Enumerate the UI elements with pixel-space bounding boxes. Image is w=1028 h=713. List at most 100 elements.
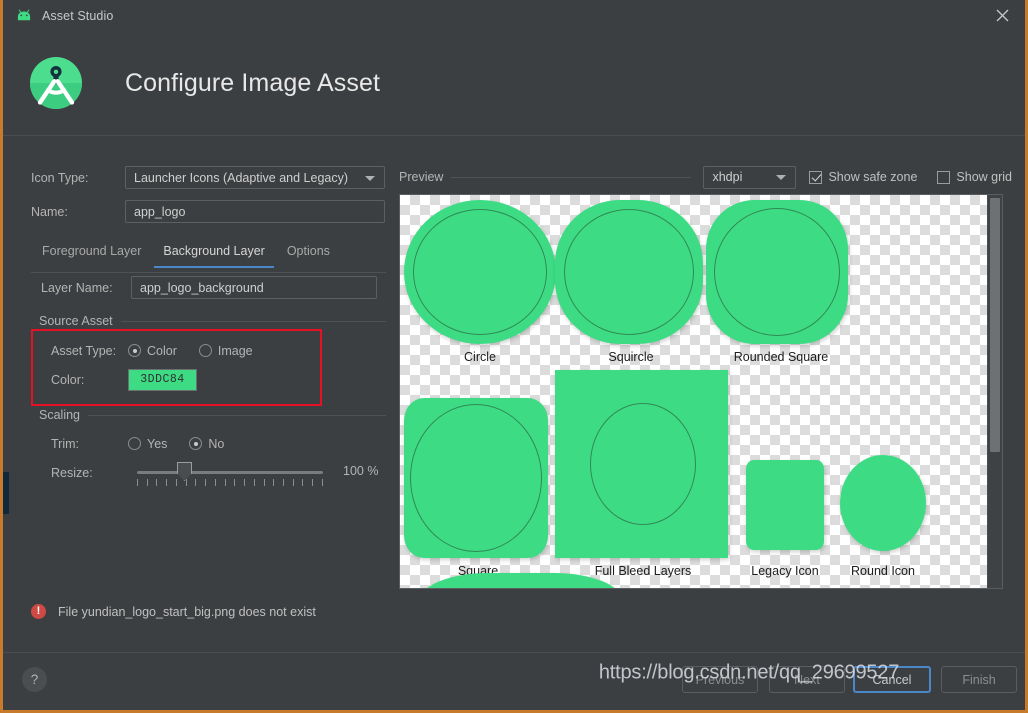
watermark-text: https://blog.csdn.net/qq_29699527 <box>598 661 900 684</box>
source-asset-label: Source Asset <box>39 314 113 328</box>
name-row: Name: app_logo <box>31 200 385 223</box>
shape-squircle <box>555 200 703 344</box>
resize-row: Resize: <box>51 461 128 484</box>
shape-circle <box>404 200 556 344</box>
shape-caption: Squircle <box>608 350 654 364</box>
trim-radio-yes[interactable]: Yes <box>128 437 167 451</box>
preview-item-full-bleed: Full Bleed Layers <box>555 370 731 578</box>
density-select[interactable]: xhdpi <box>703 165 797 189</box>
radio-dot-icon <box>128 344 141 357</box>
resize-slider-ticks <box>137 479 323 486</box>
color-swatch-button[interactable]: 3DDC84 <box>128 368 197 391</box>
safe-zone-outline <box>714 208 840 336</box>
trim-label: Trim: <box>51 436 79 451</box>
preview-item-squircle: Squircle <box>555 200 707 364</box>
name-label: Name: <box>31 204 68 219</box>
shape-caption: Legacy Icon <box>751 564 819 578</box>
icon-type-value: Launcher Icons (Adaptive and Legacy) <box>134 170 349 185</box>
preview-header: Preview xhdpi Show safe zone Show grid <box>399 165 1025 189</box>
preview-item-square: Square <box>404 398 552 578</box>
shape-round-icon <box>840 455 926 551</box>
resize-value: 100 % <box>343 464 379 478</box>
layer-name-value: app_logo_background <box>140 280 264 295</box>
group-divider <box>120 320 386 322</box>
scaling-group-header: Scaling <box>39 408 386 422</box>
shape-full-bleed <box>555 370 728 558</box>
finish-button[interactable]: Finish <box>941 666 1017 693</box>
shape-caption: Rounded Square <box>733 350 829 364</box>
preview-label: Preview <box>399 170 444 184</box>
icon-type-label: Icon Type: <box>31 170 89 185</box>
layer-tabs: Foreground Layer Background Layer Option… <box>31 240 386 273</box>
show-grid-checkbox[interactable]: Show grid <box>937 170 1012 184</box>
preview-divider <box>451 176 692 178</box>
color-hex-value: 3DDC84 <box>140 373 185 386</box>
preview-scrollbar-track[interactable] <box>987 195 1002 588</box>
header-banner: Configure Image Asset <box>3 31 1025 136</box>
error-message-text: File yundian_logo_start_big.png does not… <box>58 604 316 619</box>
safe-zone-outline <box>564 209 694 335</box>
density-value: xhdpi <box>712 170 743 184</box>
preview-canvas[interactable]: Circle Squircle Rounded Square Square Fu… <box>400 195 988 588</box>
preview-item-clipped <box>420 573 640 588</box>
preview-item-round-icon: Round Icon <box>835 455 931 578</box>
source-asset-group-header: Source Asset <box>39 314 386 328</box>
trim-no-label: No <box>208 436 225 451</box>
layer-name-label: Layer Name: <box>41 280 113 295</box>
preview-frame: Circle Squircle Rounded Square Square Fu… <box>399 194 1003 589</box>
layer-name-row: Layer Name: app_logo_background <box>41 276 377 299</box>
asset-type-label: Asset Type: <box>51 343 117 358</box>
layer-name-input[interactable]: app_logo_background <box>131 276 377 299</box>
safe-zone-outline <box>413 209 547 335</box>
preview-item-rounded-square: Rounded Square <box>706 200 856 364</box>
status-message: ! File yundian_logo_start_big.png does n… <box>31 604 316 619</box>
scaling-label: Scaling <box>39 408 80 422</box>
android-studio-icon <box>15 7 33 25</box>
shape-rounded-square <box>706 200 848 344</box>
checkbox-box-icon <box>937 170 951 184</box>
error-exclamation-icon: ! <box>31 604 46 619</box>
radio-dot-icon <box>128 437 141 450</box>
radio-dot-icon <box>198 344 212 357</box>
chevron-down-icon <box>776 175 787 180</box>
preview-item-legacy-icon: Legacy Icon <box>739 460 831 578</box>
name-value: app_logo <box>134 204 186 219</box>
trim-row: Trim: Yes No <box>51 432 224 455</box>
window-title: Asset Studio <box>42 8 114 23</box>
shape-caption: Round Icon <box>851 564 915 578</box>
shape-legacy-icon <box>746 460 824 550</box>
asset-type-color-label: Color <box>147 343 177 358</box>
resize-slider-track[interactable] <box>137 471 323 474</box>
asset-type-radio-image[interactable]: Image <box>198 343 253 358</box>
chevron-down-icon <box>365 175 375 181</box>
asset-type-image-label: Image <box>217 343 253 358</box>
close-icon[interactable] <box>979 0 1025 31</box>
shape-caption: Circle <box>464 350 496 364</box>
shape-clipped <box>420 573 622 588</box>
name-input[interactable]: app_logo <box>125 200 385 223</box>
trim-yes-label: Yes <box>147 436 168 451</box>
asset-type-row: Asset Type: Color Image <box>51 339 253 362</box>
tab-background-layer[interactable]: Background Layer <box>152 240 275 268</box>
asset-type-radio-color[interactable]: Color <box>128 344 177 358</box>
color-row: Color: 3DDC84 <box>51 368 197 391</box>
title-bar: Asset Studio <box>3 0 1025 32</box>
show-safe-zone-checkbox[interactable]: Show safe zone <box>809 170 917 184</box>
show-safe-zone-label: Show safe zone <box>828 170 918 184</box>
icon-type-select[interactable]: Launcher Icons (Adaptive and Legacy) <box>125 166 385 189</box>
radio-dot-icon <box>189 437 203 450</box>
trim-radio-no[interactable]: No <box>189 437 224 451</box>
color-label: Color: <box>51 372 85 387</box>
safe-zone-outline <box>590 403 696 525</box>
tab-options[interactable]: Options <box>276 240 341 267</box>
icon-type-row: Icon Type: Launcher Icons (Adaptive and … <box>31 166 385 189</box>
resize-label: Resize: <box>51 465 93 480</box>
help-button[interactable]: ? <box>22 667 47 692</box>
safe-zone-outline <box>410 404 542 552</box>
group-divider <box>88 414 386 416</box>
shape-square <box>404 398 548 558</box>
tab-foreground-layer[interactable]: Foreground Layer <box>31 240 152 267</box>
show-grid-label: Show grid <box>956 170 1013 184</box>
preview-scrollbar-thumb[interactable] <box>990 198 1000 452</box>
preview-item-circle: Circle <box>404 200 556 364</box>
